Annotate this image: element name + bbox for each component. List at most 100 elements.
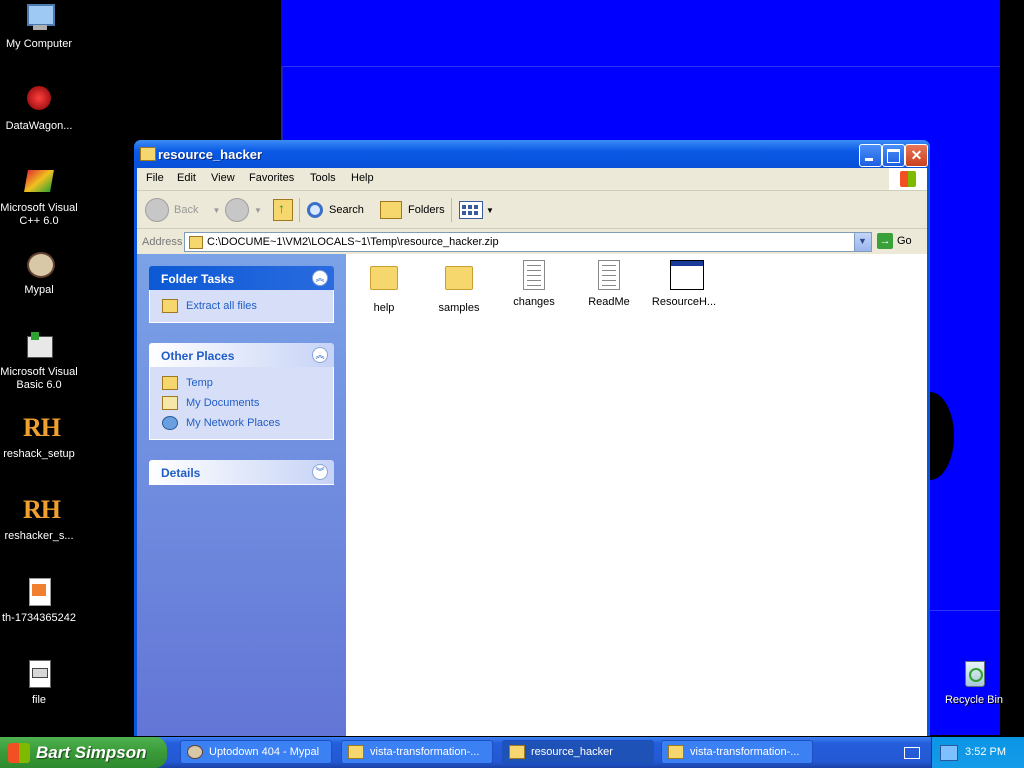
rh-icon: RH [23, 495, 61, 524]
back-arrow-icon [145, 198, 169, 222]
toolbar: Back ▼ ▼ ↑ Search Folders ▼ [137, 192, 927, 229]
folders-icon [380, 201, 402, 219]
address-dropdown-button[interactable]: ▼ [854, 233, 871, 251]
forward-arrow-icon [225, 198, 249, 222]
network-icon[interactable] [940, 745, 958, 761]
desktop-icon-mypal[interactable]: Mypal [0, 248, 78, 297]
folder-icon [668, 745, 684, 759]
zip-folder-icon [509, 745, 525, 759]
go-arrow-icon: → [877, 233, 893, 249]
desktop-icon-th-image[interactable]: th-1734365242 [0, 576, 78, 625]
wallpaper-line [281, 66, 283, 146]
text-document-icon [523, 260, 545, 290]
taskbar-item-vista-1[interactable]: vista-transformation-... [341, 740, 493, 764]
menu-bar: File Edit View Favorites Tools Help [137, 168, 927, 191]
up-folder-button[interactable]: ↑ [273, 198, 293, 222]
views-button[interactable]: ▼ [459, 198, 494, 222]
datawagon-icon [23, 84, 55, 116]
chevron-down-icon: ▼ [254, 205, 262, 215]
collapse-icon[interactable]: ︽ [312, 347, 328, 363]
place-link-temp[interactable]: Temp [150, 373, 333, 393]
computer-icon [23, 2, 55, 34]
window-title: resource_hacker [158, 147, 263, 162]
system-tray: 3:52 PM [931, 737, 1024, 768]
chevron-down-icon: ▼ [212, 205, 221, 215]
image-file-icon [23, 576, 55, 608]
toolbar-separator [451, 198, 452, 222]
taskbar-item-vista-2[interactable]: vista-transformation-... [661, 740, 813, 764]
file-item-resourcehacker[interactable]: ResourceH... [649, 260, 719, 308]
mypal-icon [187, 745, 203, 759]
rh-icon: RH [23, 413, 61, 442]
window-client: File Edit View Favorites Tools Help Back… [137, 168, 927, 736]
task-pane: Folder Tasks ︽ Extract all files Other P… [137, 254, 346, 736]
folders-button[interactable]: Folders [380, 198, 445, 222]
forward-button[interactable]: ▼ [225, 198, 262, 222]
zip-folder-icon [189, 236, 203, 249]
details-header[interactable]: Details ︾ [149, 460, 334, 485]
place-link-my-network-places[interactable]: My Network Places [150, 413, 333, 433]
expand-icon[interactable]: ︾ [312, 464, 328, 480]
folder-icon [162, 376, 178, 390]
windows-logo-icon [889, 168, 927, 190]
windows-flag-icon [8, 742, 30, 763]
mypal-icon [23, 248, 55, 280]
menu-edit[interactable]: Edit [177, 172, 196, 184]
my-documents-icon [162, 396, 178, 410]
menu-favorites[interactable]: Favorites [249, 172, 294, 184]
address-label: Address [142, 236, 183, 248]
visual-basic-icon [23, 330, 55, 362]
collapse-icon[interactable]: ︽ [312, 270, 328, 286]
chevron-down-icon: ▼ [858, 236, 867, 246]
title-bar[interactable]: resource_hacker ✕ [134, 140, 930, 168]
maximize-icon [887, 149, 900, 163]
taskbar-item-mypal[interactable]: Uptodown 404 - Mypal [180, 740, 332, 764]
folder-tasks-panel: Folder Tasks ︽ Extract all files [149, 266, 334, 323]
minimize-button[interactable] [859, 144, 882, 167]
close-icon: ✕ [910, 147, 923, 163]
taskbar: Bart Simpson Uptodown 404 - Mypal vista-… [0, 737, 1024, 768]
extract-icon [162, 299, 178, 313]
clock[interactable]: 3:52 PM [965, 746, 1006, 758]
menu-view[interactable]: View [211, 172, 235, 184]
desktop-icon-visual-cpp[interactable]: Microsoft Visual C++ 6.0 [0, 166, 78, 228]
other-places-header[interactable]: Other Places ︽ [149, 343, 334, 367]
maximize-button[interactable] [882, 144, 905, 167]
zip-folder-icon [140, 147, 156, 161]
desktop-icon-datawagon[interactable]: DataWagon... [0, 84, 78, 133]
folder-tasks-header[interactable]: Folder Tasks ︽ [149, 266, 334, 290]
place-link-my-documents[interactable]: My Documents [150, 393, 333, 413]
menu-tools[interactable]: Tools [310, 172, 336, 184]
chevron-down-icon: ▼ [486, 205, 494, 215]
text-document-icon [598, 260, 620, 290]
desktop-icon-file[interactable]: file [0, 658, 78, 707]
file-item-readme[interactable]: ReadMe [574, 260, 644, 308]
desktop-icon-recycle-bin[interactable]: Recycle Bin [935, 658, 1013, 707]
details-panel: Details ︾ [149, 460, 334, 485]
toolbar-separator [299, 198, 300, 222]
keyboard-icon[interactable] [904, 747, 920, 759]
desktop-icon-my-computer[interactable]: My Computer [0, 2, 78, 51]
desktop-icon-visual-basic[interactable]: Microsoft Visual Basic 6.0 [0, 330, 78, 392]
recycle-bin-icon [958, 658, 990, 690]
go-button[interactable]: → Go [877, 233, 912, 249]
back-button[interactable]: Back ▼ [145, 198, 220, 222]
start-button[interactable]: Bart Simpson [0, 737, 167, 768]
file-item-samples[interactable]: samples [424, 260, 494, 314]
visual-cpp-icon [23, 166, 55, 198]
menu-help[interactable]: Help [351, 172, 374, 184]
file-item-changes[interactable]: changes [499, 260, 569, 308]
address-input[interactable]: C:\DOCUME~1\VM2\LOCALS~1\Temp\resource_h… [184, 232, 872, 252]
taskbar-item-resource-hacker[interactable]: resource_hacker [502, 740, 654, 764]
menu-file[interactable]: File [146, 172, 164, 184]
extract-all-files-link[interactable]: Extract all files [150, 296, 333, 316]
desktop-icon-reshacker[interactable]: RH reshacker_s... [0, 494, 78, 543]
close-button[interactable]: ✕ [905, 144, 928, 167]
file-item-help[interactable]: help [349, 260, 419, 314]
folder-icon [445, 266, 473, 290]
folder-icon [370, 266, 398, 290]
address-bar: Address C:\DOCUME~1\VM2\LOCALS~1\Temp\re… [137, 231, 927, 253]
search-button[interactable]: Search [307, 198, 364, 222]
desktop-icon-reshack-setup[interactable]: RH reshack_setup [0, 412, 78, 461]
other-places-panel: Other Places ︽ Temp My Documents My Netw… [149, 343, 334, 440]
